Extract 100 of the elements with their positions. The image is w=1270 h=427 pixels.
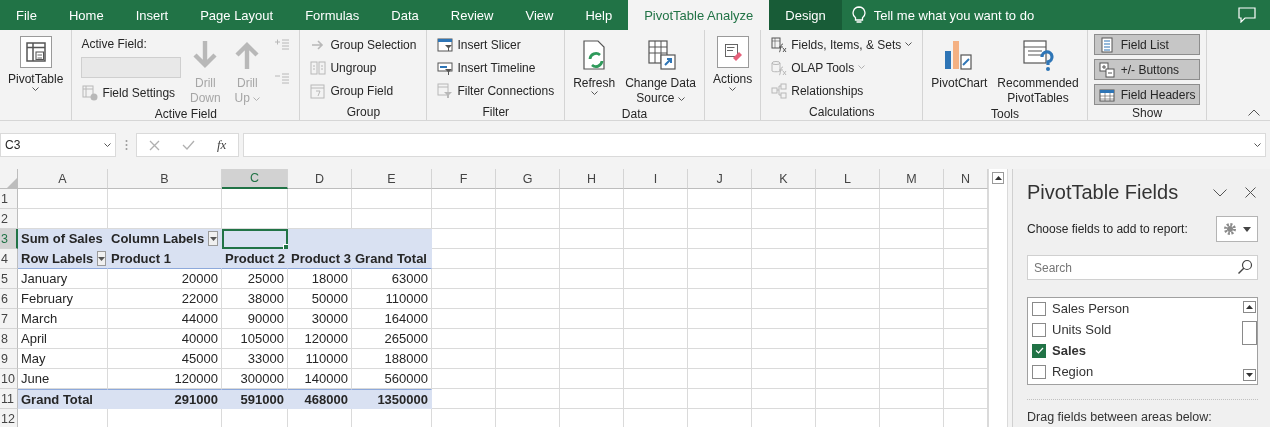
checkbox[interactable]	[1032, 301, 1046, 316]
ribbon-button[interactable]: Change Data Source	[623, 34, 698, 108]
tell-me-search[interactable]: Tell me what you want to do	[873, 7, 1035, 23]
pane-subtitle: Choose fields to add to report:	[1027, 222, 1188, 236]
column-header[interactable]: L	[816, 169, 880, 189]
triangle-down-icon	[209, 236, 217, 241]
checkbox[interactable]	[1032, 343, 1046, 358]
ribbon-button[interactable]: Insert Timeline	[433, 57, 559, 78]
table-cell: April	[18, 329, 108, 349]
toggle-button[interactable]: Field List	[1093, 34, 1201, 55]
chevron-down-icon[interactable]	[1211, 186, 1229, 199]
row-header[interactable]: 10	[0, 369, 18, 389]
column-header[interactable]: M	[880, 169, 944, 189]
slicer-icon	[437, 36, 454, 53]
column-header[interactable]: F	[432, 169, 496, 189]
scroll-up-button[interactable]	[1242, 301, 1256, 313]
ribbon-tab[interactable]: Data	[375, 0, 435, 30]
column-header[interactable]: N	[944, 169, 988, 189]
column-header[interactable]: B	[108, 169, 222, 189]
column-header[interactable]: E	[352, 169, 432, 189]
name-box[interactable]: C3	[0, 133, 116, 157]
table-cell	[432, 309, 496, 329]
column-header[interactable]: J	[688, 169, 752, 189]
row-header[interactable]: 2	[0, 209, 18, 229]
button-label: +/- Buttons	[1120, 62, 1180, 77]
field-label[interactable]: Units Sold	[1052, 322, 1112, 337]
ribbon-button[interactable]: PivotTable	[6, 34, 66, 94]
table-cell	[496, 209, 560, 229]
table-cell	[624, 269, 688, 289]
column-header[interactable]: I	[624, 169, 688, 189]
ribbon-tab[interactable]: Formulas	[289, 0, 376, 30]
ribbon-tab[interactable]: Insert	[119, 0, 185, 30]
ribbon-tab[interactable]: Design	[769, 0, 842, 30]
table-cell	[752, 189, 816, 209]
field-label: Active Field:	[80, 36, 148, 53]
field-label[interactable]: Sales Person	[1052, 301, 1130, 316]
row-header[interactable]: 4	[0, 249, 18, 269]
row-header[interactable]: 11	[0, 389, 18, 409]
ribbon-button[interactable]: PivotChart	[929, 34, 990, 93]
close-icon[interactable]	[1243, 185, 1258, 200]
collapse-ribbon-icon[interactable]	[1248, 109, 1260, 116]
column-header[interactable]: D	[288, 169, 352, 189]
diagram-icon	[771, 82, 788, 99]
scroll-thumb[interactable]	[1241, 321, 1257, 345]
ribbon-tab[interactable]: PivotTable Analyze	[628, 0, 770, 30]
ribbon-tab[interactable]: Help	[569, 0, 629, 30]
scroll-down-button[interactable]	[1242, 369, 1256, 381]
row-header[interactable]: 8	[0, 329, 18, 349]
ribbon-tab[interactable]: Page Layout	[184, 0, 290, 30]
table-cell	[880, 389, 944, 409]
table-cell	[880, 249, 944, 269]
row-header[interactable]: 5	[0, 269, 18, 289]
triangle-down-icon	[98, 256, 106, 261]
ribbon-tab[interactable]: File	[0, 0, 53, 30]
row-header[interactable]: 3	[0, 229, 18, 249]
comment-icon[interactable]	[1238, 7, 1256, 23]
checkbox[interactable]	[1032, 364, 1046, 379]
field-label[interactable]: Region	[1052, 364, 1094, 379]
table-cell[interactable]	[222, 229, 288, 249]
button-label: Change Data Source	[625, 76, 696, 106]
row-header[interactable]: 6	[0, 289, 18, 309]
triangle-up-icon	[994, 176, 1002, 180]
table-cell: 1350000	[352, 389, 432, 409]
column-header[interactable]: H	[560, 169, 624, 189]
table-cell	[288, 189, 352, 209]
scroll-up-button[interactable]	[992, 172, 1004, 184]
group-label: Filter	[482, 105, 510, 120]
button-label: Insert Slicer	[457, 37, 521, 52]
button-label: Field List	[1120, 37, 1169, 52]
field-label[interactable]: Sales	[1052, 343, 1086, 358]
row-header[interactable]: 9	[0, 349, 18, 369]
ribbon-button[interactable]: Actions	[710, 34, 755, 94]
ribbon-tab[interactable]: View	[509, 0, 570, 30]
ribbon-button[interactable]: Refresh	[571, 34, 618, 98]
toggle-button[interactable]: Field Headers	[1093, 84, 1201, 105]
row-header[interactable]: 1	[0, 189, 18, 209]
filter-button[interactable]	[208, 231, 218, 246]
triangle-down-icon	[1245, 373, 1253, 377]
search-field[interactable]: Search	[1027, 255, 1258, 280]
ribbon-tab[interactable]: Home	[52, 0, 120, 30]
column-header[interactable]: A	[18, 169, 108, 189]
ribbon-button[interactable]: Fields, Items, & Sets	[767, 34, 917, 55]
ribbon-button[interactable]: Insert Slicer	[433, 34, 559, 55]
check-icon[interactable]	[182, 140, 195, 150]
cell-text: Column Labels	[111, 231, 205, 246]
button-label: PivotTable	[8, 72, 64, 87]
ribbon-tab[interactable]: Review	[434, 0, 510, 30]
ribbon-button[interactable]: Recommended PivotTables	[995, 34, 1081, 108]
insert-function-button[interactable]: fx	[217, 137, 227, 153]
column-header[interactable]: C	[222, 169, 288, 189]
column-header[interactable]: G	[496, 169, 560, 189]
settings-button[interactable]	[1216, 216, 1258, 242]
row-header[interactable]: 12	[0, 409, 18, 427]
toggle-button[interactable]: +/- Buttons	[1093, 59, 1201, 80]
formula-input[interactable]	[243, 133, 1266, 157]
button-label: Group Field	[330, 83, 394, 98]
filter-button[interactable]	[97, 251, 107, 266]
checkbox[interactable]	[1032, 322, 1046, 337]
column-header[interactable]: K	[752, 169, 816, 189]
row-header[interactable]: 7	[0, 309, 18, 329]
